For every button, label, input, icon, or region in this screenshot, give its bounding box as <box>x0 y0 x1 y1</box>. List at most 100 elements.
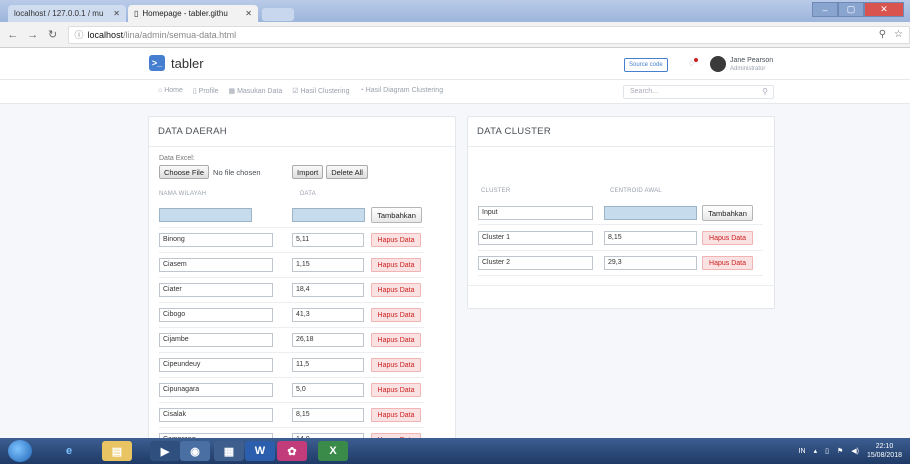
close-tab-icon[interactable]: ✕ <box>113 9 120 18</box>
language-indicator[interactable]: IN <box>799 448 806 455</box>
browser-tab-phpmyadmin[interactable]: localhost / 127.0.0.1 / mu ✕ <box>8 5 126 22</box>
nav-hasil-clustering[interactable]: ☑ Hasil Clustering <box>292 87 349 95</box>
tambahkan-button[interactable]: Tambahkan <box>371 207 422 223</box>
nama-wilayah-input[interactable] <box>159 208 252 222</box>
cluster-name-field[interactable]: Cluster 1 <box>478 231 593 245</box>
row-divider <box>159 227 424 228</box>
nav-profile[interactable]: ▯ Profile <box>193 87 219 95</box>
nav-masukan-data[interactable]: ▦ Masukan Data <box>229 87 283 95</box>
hapus-data-button[interactable]: Hapus Data <box>371 408 421 422</box>
nama-wilayah-field[interactable]: Cijambe <box>159 333 273 347</box>
row-divider <box>478 250 763 251</box>
nama-wilayah-field[interactable]: Cipunagara <box>159 383 273 397</box>
hapus-data-button[interactable]: Hapus Data <box>702 231 753 245</box>
search-input[interactable]: Search... ⚲ <box>623 85 774 99</box>
data-input[interactable] <box>292 208 365 222</box>
cluster-name-field[interactable]: Cluster 2 <box>478 256 593 270</box>
search-icon[interactable]: ⚲ <box>762 87 768 96</box>
hapus-data-button[interactable]: Hapus Data <box>371 283 421 297</box>
maximize-icon[interactable]: ▢ <box>838 2 864 17</box>
reload-icon[interactable]: ↻ <box>46 28 60 41</box>
tabler-logo-icon: >_ <box>149 55 165 71</box>
data-field[interactable]: 5,11 <box>292 233 364 247</box>
media-player-icon[interactable]: ▶ <box>150 441 180 461</box>
row-divider <box>159 377 424 378</box>
nama-wilayah-field[interactable]: Cibogo <box>159 308 273 322</box>
data-field[interactable]: 8,15 <box>292 408 364 422</box>
delete-all-button[interactable]: Delete All <box>326 165 368 179</box>
brand-logo[interactable]: >_ tabler <box>149 55 204 71</box>
row-divider <box>159 302 424 303</box>
col-header-nama-wilayah: NAMA WILAYAH <box>159 191 207 197</box>
clock[interactable]: 22:10 15/08/2018 <box>867 442 902 460</box>
close-window-icon[interactable]: ✕ <box>864 2 904 17</box>
data-field[interactable]: 18,4 <box>292 283 364 297</box>
card-footer-divider <box>468 285 774 286</box>
bookmark-star-icon[interactable]: ☆ <box>894 29 903 40</box>
hapus-data-button[interactable]: Hapus Data <box>371 308 421 322</box>
nama-wilayah-field[interactable]: Binong <box>159 233 273 247</box>
ie-icon[interactable]: e <box>54 441 84 461</box>
data-field[interactable]: 26,18 <box>292 333 364 347</box>
data-field[interactable]: 5,0 <box>292 383 364 397</box>
info-icon[interactable]: ⓘ <box>75 28 84 41</box>
nama-wilayah-field[interactable]: Cisalak <box>159 408 273 422</box>
avatar[interactable] <box>710 56 726 72</box>
centroid-field[interactable]: 29,3 <box>604 256 697 270</box>
tambahkan-cluster-button[interactable]: Tambahkan <box>702 205 753 221</box>
data-cluster-card: DATA CLUSTER CLUSTER CENTROID AWAL Input… <box>467 116 775 309</box>
browser-tab-homepage[interactable]: ▯ Homepage - tabler.githu ✕ <box>128 5 258 22</box>
flag-icon[interactable]: ⚑ <box>837 447 843 455</box>
hapus-data-button[interactable]: Hapus Data <box>371 358 421 372</box>
cluster-input[interactable]: Input <box>478 206 593 220</box>
address-bar[interactable]: ⓘ localhost /lina/admin/semua-data.html … <box>67 25 910 44</box>
col-header-data: DATA <box>300 191 316 197</box>
user-name[interactable]: Jane Pearson <box>730 57 773 64</box>
volume-icon[interactable]: ◀) <box>851 447 859 455</box>
data-field[interactable]: 41,3 <box>292 308 364 322</box>
back-icon[interactable]: ← <box>6 29 20 41</box>
zoom-icon[interactable]: ⚲ <box>879 29 886 40</box>
calculator-icon[interactable]: ▦ <box>214 441 244 461</box>
hapus-data-button[interactable]: Hapus Data <box>371 233 421 247</box>
source-code-button[interactable]: Source code <box>624 58 668 72</box>
excel-icon[interactable]: X <box>318 441 348 461</box>
explorer-icon[interactable]: ▤ <box>102 441 132 461</box>
page-icon: ▯ <box>134 9 139 18</box>
start-button[interactable] <box>8 440 32 462</box>
site-header: >_ tabler Source code ♢ Jane Pearson Adm… <box>0 48 910 80</box>
nav-hasil-diagram[interactable]: ◔ Hasil Diagram Clustering <box>359 87 443 95</box>
row-divider <box>159 402 424 403</box>
row-divider <box>478 275 763 276</box>
tray-arrow-icon[interactable]: ▴ <box>814 447 818 455</box>
word-icon[interactable]: W <box>245 441 275 461</box>
nama-wilayah-field[interactable]: Cipeundeuy <box>159 358 273 372</box>
no-file-text: No file chosen <box>213 167 261 177</box>
data-field[interactable]: 11,5 <box>292 358 364 372</box>
data-daerah-card: DATA DAERAH Data Excel: Choose File No f… <box>148 116 456 446</box>
nav-home[interactable]: ⌂ Home <box>158 87 183 95</box>
nama-wilayah-field[interactable]: Ciasem <box>159 258 273 272</box>
window-controls: – ▢ ✕ <box>812 2 904 17</box>
data-field[interactable]: 1,15 <box>292 258 364 272</box>
row-divider <box>159 277 424 278</box>
hapus-data-button[interactable]: Hapus Data <box>371 383 421 397</box>
new-tab-button[interactable] <box>262 8 294 21</box>
nama-wilayah-field[interactable]: Ciater <box>159 283 273 297</box>
choose-file-button[interactable]: Choose File <box>159 165 210 179</box>
import-button[interactable]: Import <box>292 165 324 179</box>
network-icon[interactable]: ▯ <box>825 447 829 455</box>
forward-icon[interactable]: → <box>26 29 40 41</box>
hapus-data-button[interactable]: Hapus Data <box>702 256 753 270</box>
hapus-data-button[interactable]: Hapus Data <box>371 258 421 272</box>
close-tab-icon[interactable]: ✕ <box>245 9 252 18</box>
row-divider <box>159 427 424 428</box>
chrome-icon[interactable]: ◉ <box>180 441 210 461</box>
paint-icon[interactable]: ✿ <box>277 441 307 461</box>
hapus-data-button[interactable]: Hapus Data <box>371 333 421 347</box>
centroid-input[interactable] <box>604 206 697 220</box>
centroid-field[interactable]: 8,15 <box>604 231 697 245</box>
minimize-icon[interactable]: – <box>812 2 838 17</box>
windows-taskbar: e ▤ ▶ ◉ ▦ W ✿ X IN ▴ ▯ ⚑ ◀) 22:10 15/08/… <box>0 438 910 464</box>
calendar-icon: ▦ <box>228 88 238 95</box>
